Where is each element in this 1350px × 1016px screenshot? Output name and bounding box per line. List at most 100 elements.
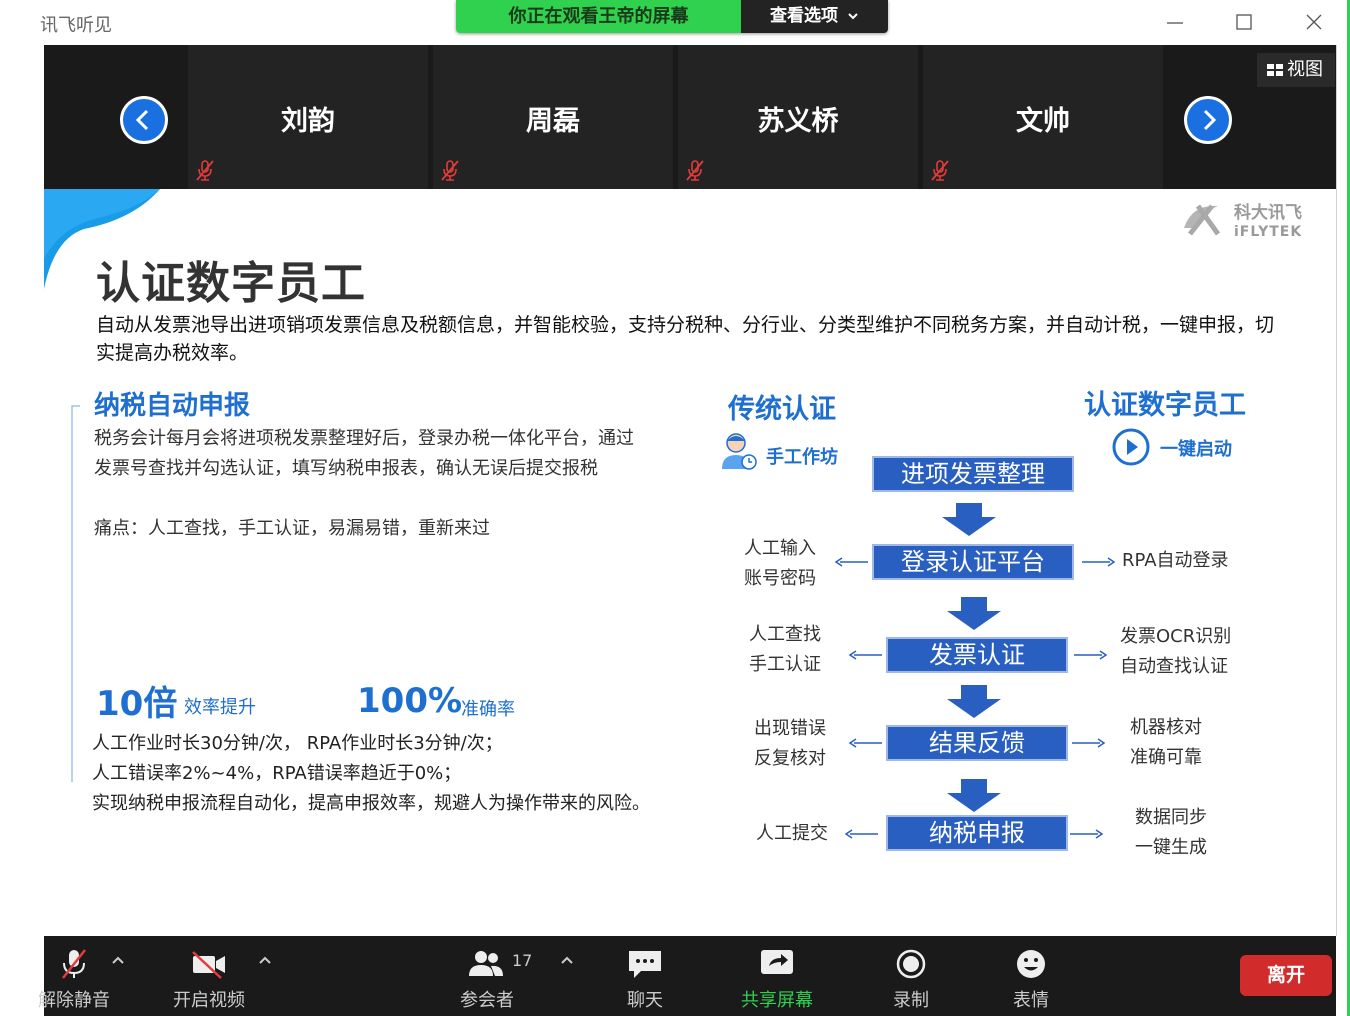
worker-icon: [722, 433, 757, 470]
participant-tile[interactable]: 刘韵: [188, 45, 428, 189]
section-title: 纳税自动申报: [94, 391, 251, 421]
chevron-up-icon[interactable]: [257, 954, 273, 966]
grid-icon: [1267, 64, 1283, 76]
left-arrow-icon: [834, 557, 868, 567]
share-banner: 你正在观看王帝的屏幕 查看选项: [456, 0, 888, 33]
participant-tile[interactable]: 苏义桥: [678, 45, 918, 189]
participant-name: 刘韵: [281, 106, 335, 137]
participant-name: 周磊: [526, 106, 580, 137]
view-layout-label: 视图: [1287, 59, 1323, 80]
view-options-label: 查看选项: [770, 6, 839, 26]
unmute-button[interactable]: 解除静音: [34, 936, 114, 1016]
left-arrow-icon: [844, 829, 878, 839]
share-screen-icon: [761, 950, 793, 974]
note-line: 账号密码: [744, 568, 816, 589]
right-note: RPA自动登录: [1122, 546, 1229, 576]
right-arrow-icon: [1082, 557, 1116, 567]
note-line: 自动查找认证: [1120, 656, 1228, 677]
title-bar: 讯飞听见 你正在观看王帝的屏幕 查看选项: [0, 0, 1350, 45]
gallery-next-button[interactable]: [1184, 96, 1232, 144]
mic-muted-icon: [62, 949, 86, 979]
note-line: 一键生成: [1135, 837, 1207, 858]
gallery-prev-button[interactable]: [120, 96, 168, 144]
left-note: 人工输入 账号密码: [744, 534, 816, 594]
start-video-button[interactable]: 开启视频: [164, 936, 254, 1016]
flow-step: 发票认证: [886, 637, 1068, 673]
participants-button[interactable]: 参会者: [442, 936, 532, 1016]
maximize-icon: [1236, 14, 1252, 30]
participant-gallery: 刘韵 周磊 苏义桥 文帅 视图: [44, 45, 1336, 189]
record-icon: [896, 949, 926, 979]
leave-button[interactable]: 离开: [1240, 955, 1332, 996]
iflytek-logo: 科大讯飞 iFLYTEK: [1184, 202, 1302, 240]
right-arrow-icon: [1070, 829, 1104, 839]
chat-button[interactable]: 聊天: [600, 936, 690, 1016]
left-note: 人工提交: [756, 819, 828, 849]
down-arrow-icon: [942, 503, 996, 536]
shared-screen: 科大讯飞 iFLYTEK 认证数字员工 自动从发票池导出进项销项发票信息及税额信…: [44, 189, 1336, 936]
note-line: 人工输入: [744, 538, 816, 559]
close-button[interactable]: [1296, 8, 1332, 36]
logo-subtext: iFLYTEK: [1234, 224, 1302, 240]
meeting-toolbar: 解除静音 开启视频 参会者 17 聊天 共享屏幕 录制 表情 离开: [38, 936, 1336, 1016]
slide-intro: 自动从发票池导出进项销项发票信息及税额信息，并智能校验，支持分税种、分行业、分类…: [96, 314, 1275, 364]
note-line: 反复核对: [754, 748, 826, 769]
minimize-button[interactable]: [1157, 8, 1193, 36]
reactions-button[interactable]: 表情: [986, 936, 1076, 1016]
section-bracket-line: [71, 405, 80, 782]
note-line: 机器核对: [1130, 717, 1202, 738]
down-arrow-icon: [947, 685, 1001, 718]
participant-name: 文帅: [1016, 106, 1070, 137]
pain-points: 痛点：人工查找，手工认证，易漏易错，重新来过: [94, 518, 490, 539]
stat-label: 准确率: [461, 699, 515, 720]
flow-step: 登录认证平台: [872, 544, 1074, 580]
minimize-icon: [1167, 22, 1183, 24]
participant-tile[interactable]: 周磊: [433, 45, 673, 189]
stat-label: 效率提升: [184, 697, 256, 718]
chevron-up-icon[interactable]: [110, 954, 126, 966]
record-button[interactable]: 录制: [866, 936, 956, 1016]
view-layout-button[interactable]: 视图: [1257, 53, 1335, 87]
app-title: 讯飞听见: [40, 15, 112, 36]
participants-icon: [469, 951, 503, 976]
participant-tile[interactable]: 文帅: [923, 45, 1163, 189]
stat-line: 人工错误率2%~4%，RPA错误率趋近于0%；: [92, 763, 462, 784]
left-arrow-icon: [848, 738, 882, 748]
mic-muted-icon: [686, 160, 704, 181]
flow-step: 纳税申报: [886, 815, 1068, 851]
start-video-label: 开启视频: [173, 990, 245, 1011]
note-line: 手工认证: [749, 654, 821, 675]
participant-name: 苏义桥: [757, 106, 839, 137]
play-circle-icon: [1112, 428, 1150, 466]
mic-muted-icon: [196, 160, 214, 181]
note-line: 人工查找: [749, 624, 821, 645]
right-arrow-icon: [1074, 650, 1108, 660]
right-arrow-icon: [1072, 738, 1106, 748]
note-line: RPA自动登录: [1122, 550, 1229, 571]
manual-label: 手工作坊: [766, 447, 838, 468]
stat-value: 10倍: [96, 684, 178, 724]
participant-count: 17: [512, 951, 533, 970]
mic-muted-icon: [441, 160, 459, 181]
close-icon: [1306, 14, 1322, 30]
slide-title: 认证数字员工: [96, 258, 366, 309]
meeting-window: 讯飞听见 你正在观看王帝的屏幕 查看选项 刘韵 周磊 苏义桥 文帅 视图 科大讯…: [0, 0, 1350, 1016]
record-label: 录制: [893, 990, 929, 1011]
note-line: 发票OCR识别: [1120, 626, 1232, 647]
down-arrow-icon: [947, 597, 1001, 630]
maximize-button[interactable]: [1226, 8, 1262, 36]
chevron-right-icon: [1203, 109, 1217, 131]
left-note: 出现错误 反复核对: [754, 714, 826, 774]
share-screen-button[interactable]: 共享屏幕: [727, 936, 827, 1016]
right-note: 数据同步 一键生成: [1135, 803, 1207, 863]
flow-step: 进项发票整理: [872, 456, 1074, 492]
chat-label: 聊天: [627, 990, 663, 1011]
section-body: 税务会计每月会将进项税发票整理好后，登录办税一体化平台，通过发票号查找并勾选认证…: [94, 428, 634, 479]
left-note: 人工查找 手工认证: [749, 620, 821, 680]
note-line: 人工提交: [756, 823, 828, 844]
chevron-up-icon[interactable]: [559, 954, 575, 966]
chat-icon: [629, 951, 661, 978]
mic-muted-icon: [931, 160, 949, 181]
view-options-button[interactable]: 查看选项: [741, 0, 888, 33]
chevron-left-icon: [135, 109, 149, 131]
